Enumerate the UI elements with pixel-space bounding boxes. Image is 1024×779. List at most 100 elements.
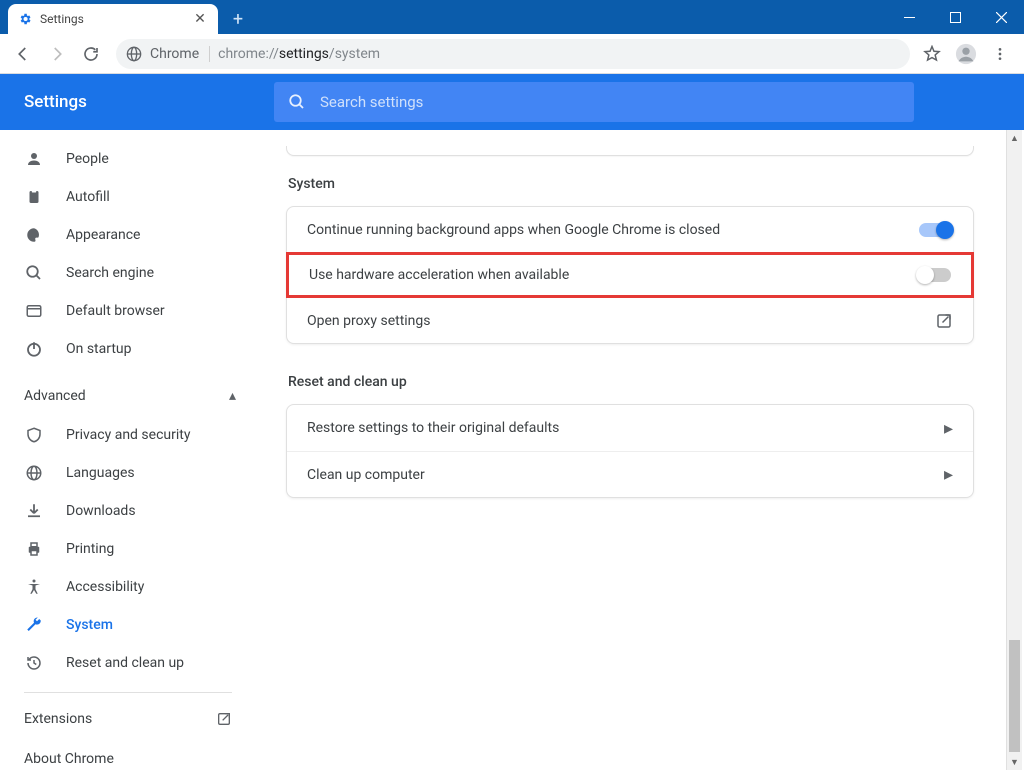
forward-button[interactable]	[42, 39, 72, 69]
sidebar-item-appearance[interactable]: Appearance	[0, 216, 256, 254]
chevron-right-icon: ▸	[944, 418, 953, 439]
sidebar-item-autofill[interactable]: Autofill	[0, 178, 256, 216]
printer-icon	[24, 539, 44, 559]
section-title-reset: Reset and clean up	[288, 374, 974, 390]
row-cleanup-computer[interactable]: Clean up computer ▸	[287, 451, 973, 497]
row-label: Clean up computer	[307, 467, 425, 483]
sidebar-item-label: Search engine	[66, 265, 154, 281]
sidebar-item-label: Printing	[66, 541, 114, 557]
open-in-new-icon	[935, 312, 953, 330]
profile-icon[interactable]	[954, 42, 978, 66]
minimize-button[interactable]	[886, 0, 932, 34]
row-restore-defaults[interactable]: Restore settings to their original defau…	[287, 405, 973, 451]
browser-tab[interactable]: Settings ✕	[8, 4, 218, 34]
back-button[interactable]	[8, 39, 38, 69]
divider	[24, 692, 232, 693]
window-icon	[24, 301, 44, 321]
section-title-system: System	[288, 176, 974, 192]
close-icon[interactable]: ✕	[192, 11, 208, 27]
row-proxy-settings[interactable]: Open proxy settings	[287, 297, 973, 343]
wrench-icon	[24, 615, 44, 635]
settings-main: System Continue running background apps …	[256, 130, 1024, 770]
tab-title: Settings	[40, 12, 184, 26]
search-icon	[24, 263, 44, 283]
toggle-hardware-acceleration[interactable]	[917, 268, 951, 282]
row-hardware-acceleration: Use hardware acceleration when available	[286, 252, 974, 298]
site-info-icon[interactable]	[126, 46, 142, 62]
sidebar-item-label: Privacy and security	[66, 427, 190, 443]
extensions-label: Extensions	[24, 711, 92, 727]
bookmark-icon[interactable]	[920, 42, 944, 66]
maximize-button[interactable]	[932, 0, 978, 34]
sidebar-item-default-browser[interactable]: Default browser	[0, 292, 256, 330]
sidebar-item-printing[interactable]: Printing	[0, 530, 256, 568]
omnibox-label: Chrome	[150, 46, 210, 62]
chevron-up-icon: ▴	[229, 388, 236, 404]
sidebar-advanced-toggle[interactable]: Advanced ▴	[0, 376, 256, 416]
scroll-up-arrow[interactable]: ▲	[1007, 130, 1022, 146]
sidebar-item-label: Languages	[66, 465, 135, 481]
advanced-label: Advanced	[24, 388, 86, 404]
globe-icon	[24, 463, 44, 483]
open-in-new-icon	[216, 711, 232, 727]
sidebar-item-label: On startup	[66, 341, 132, 357]
sidebar-item-label: People	[66, 151, 109, 167]
sidebar-item-on-startup[interactable]: On startup	[0, 330, 256, 368]
sidebar-item-label: Autofill	[66, 189, 110, 205]
search-icon	[288, 93, 306, 111]
window-titlebar: Settings ✕ +	[0, 0, 1024, 34]
sidebar-item-label: Reset and clean up	[66, 655, 184, 671]
row-label: Restore settings to their original defau…	[307, 420, 559, 436]
download-icon	[24, 501, 44, 521]
about-label: About Chrome	[24, 751, 114, 767]
row-label: Open proxy settings	[307, 313, 431, 329]
browser-toolbar: Chrome chrome://settings/system	[0, 34, 1024, 74]
shield-icon	[24, 425, 44, 445]
system-card: Continue running background apps when Go…	[286, 206, 974, 344]
sidebar-item-system[interactable]: System	[0, 606, 256, 644]
close-window-button[interactable]	[978, 0, 1024, 34]
sidebar-item-label: Appearance	[66, 227, 140, 243]
previous-section-card-edge	[286, 146, 974, 156]
sidebar-item-label: System	[66, 617, 113, 633]
window-controls	[886, 0, 1024, 34]
sidebar-item-languages[interactable]: Languages	[0, 454, 256, 492]
toggle-background-apps[interactable]	[919, 223, 953, 237]
scroll-down-arrow[interactable]: ▼	[1007, 754, 1022, 770]
new-tab-button[interactable]: +	[224, 5, 252, 33]
sidebar-item-reset[interactable]: Reset and clean up	[0, 644, 256, 682]
search-input[interactable]	[320, 93, 900, 111]
reset-card: Restore settings to their original defau…	[286, 404, 974, 498]
row-background-apps: Continue running background apps when Go…	[287, 207, 973, 253]
address-bar[interactable]: Chrome chrome://settings/system	[116, 39, 910, 69]
sidebar-item-label: Default browser	[66, 303, 165, 319]
clipboard-icon	[24, 187, 44, 207]
scrollbar[interactable]: ▲ ▼	[1006, 130, 1022, 770]
reload-button[interactable]	[76, 39, 106, 69]
settings-header: Settings	[0, 74, 1024, 130]
sidebar-item-people[interactable]: People	[0, 140, 256, 178]
sidebar-item-label: Downloads	[66, 503, 136, 519]
sidebar-item-search-engine[interactable]: Search engine	[0, 254, 256, 292]
row-label: Use hardware acceleration when available	[309, 267, 569, 283]
menu-icon[interactable]	[988, 42, 1012, 66]
sidebar-item-downloads[interactable]: Downloads	[0, 492, 256, 530]
accessibility-icon	[24, 577, 44, 597]
sidebar-item-privacy[interactable]: Privacy and security	[0, 416, 256, 454]
gear-icon	[18, 12, 32, 26]
chevron-right-icon: ▸	[944, 464, 953, 485]
settings-search[interactable]	[274, 82, 914, 122]
sidebar-item-label: Accessibility	[66, 579, 144, 595]
palette-icon	[24, 225, 44, 245]
row-label: Continue running background apps when Go…	[307, 222, 720, 238]
omnibox-url: chrome://settings/system	[218, 46, 380, 62]
sidebar-item-accessibility[interactable]: Accessibility	[0, 568, 256, 606]
person-icon	[24, 149, 44, 169]
scroll-thumb[interactable]	[1009, 640, 1020, 752]
sidebar-extensions[interactable]: Extensions	[0, 699, 256, 739]
power-icon	[24, 339, 44, 359]
settings-sidebar: People Autofill Appearance Search engine…	[0, 130, 256, 770]
page-title: Settings	[24, 92, 87, 112]
sidebar-about[interactable]: About Chrome	[0, 739, 256, 779]
history-icon	[24, 653, 44, 673]
